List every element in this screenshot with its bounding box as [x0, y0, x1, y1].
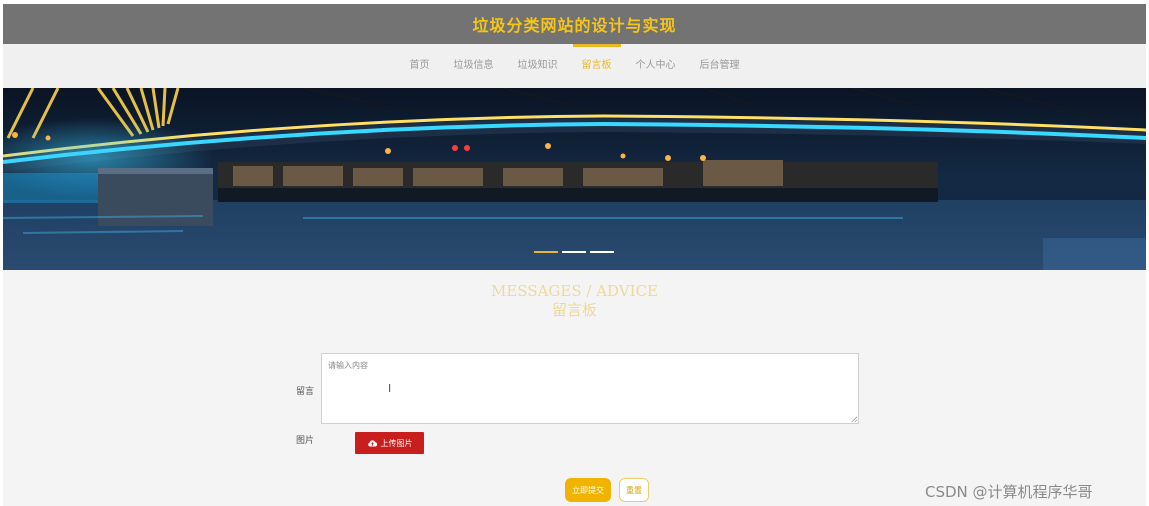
section-header: MESSAGES / ADVICE 留言板	[3, 283, 1146, 320]
nav-item-garbage-knowledge[interactable]: 垃圾知识	[518, 44, 558, 88]
banner-image	[3, 88, 1146, 270]
watermark-text: CSDN @计算机程序华哥	[925, 483, 1093, 501]
message-textarea[interactable]: 请输入内容 I	[321, 353, 859, 424]
message-placeholder: 请输入内容	[328, 361, 368, 370]
nav-item-admin[interactable]: 后台管理	[700, 44, 740, 88]
submit-button[interactable]: 立即提交	[565, 478, 611, 502]
nav-item-personal-center[interactable]: 个人中心	[636, 44, 676, 88]
submit-button-label: 立即提交	[572, 485, 604, 495]
resize-handle-icon[interactable]	[851, 416, 857, 422]
nav-item-garbage-info[interactable]: 垃圾信息	[454, 44, 494, 88]
section-title-cn: 留言板	[551, 301, 597, 319]
upload-button-label: 上传图片	[380, 438, 413, 448]
nav-item-home[interactable]: 首页	[410, 44, 430, 88]
section-title-en: MESSAGES / ADVICE	[490, 282, 658, 300]
reset-button-label: 重置	[626, 485, 642, 495]
upload-image-button[interactable]: 上传图片	[355, 432, 424, 454]
message-label: 留言	[296, 387, 315, 397]
text-cursor-icon: I	[388, 382, 392, 395]
banner-carousel[interactable]	[3, 88, 1146, 270]
main-nav: 首页 垃圾信息 垃圾知识 留言板 个人中心 后台管理	[3, 44, 1146, 88]
cloud-upload-icon	[367, 440, 377, 447]
carousel-dot-2[interactable]	[562, 251, 586, 253]
page-frame: 垃圾分类网站的设计与实现 首页 垃圾信息 垃圾知识 留言板 个人中心 后台管理	[3, 4, 1146, 506]
reset-button[interactable]: 重置	[619, 478, 649, 502]
carousel-indicators	[534, 251, 614, 253]
site-header: 垃圾分类网站的设计与实现	[3, 4, 1146, 44]
carousel-dot-1[interactable]	[534, 251, 558, 253]
carousel-dot-3[interactable]	[590, 251, 614, 253]
site-title: 垃圾分类网站的设计与实现	[472, 16, 677, 35]
image-label: 图片	[296, 436, 315, 446]
nav-item-message-board[interactable]: 留言板	[572, 44, 621, 88]
